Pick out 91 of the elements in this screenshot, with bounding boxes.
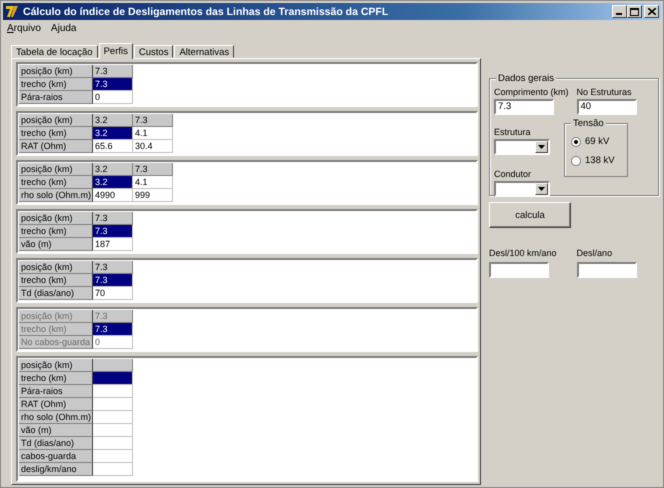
row-header: Td (dias/ano) [19,287,93,300]
dropdown[interactable] [494,139,550,155]
row-header: deslig/km/ano [19,463,93,476]
row-header: posição (km) [19,261,93,274]
radio-label[interactable]: 138 kV [585,155,615,166]
field-label: No Estruturas [576,87,632,99]
radio-button[interactable] [571,156,581,166]
table-cell[interactable]: 30.4 [133,140,173,153]
row-header: RAT (Ohm) [19,398,93,411]
row-header: rho solo (Ohm.m) [19,189,93,202]
menu-item[interactable]: Ajuda [50,23,76,35]
table-cell[interactable] [93,359,133,372]
tab[interactable]: Custos [134,45,174,58]
table-cell[interactable] [93,450,133,463]
table-cell[interactable]: 7.3 [93,225,133,238]
row-header: posição (km) [19,114,93,127]
close-button[interactable] [644,5,659,18]
row-header: Pára-raios [19,385,93,398]
row-header: RAT (Ohm) [19,140,93,153]
table-cell[interactable]: 7.3 [93,261,133,274]
input-field[interactable]: 40 [576,99,637,115]
dropdown-arrow-icon [538,145,545,149]
table-cell[interactable]: 3.2 [93,114,133,127]
row-header: trecho (km) [19,127,93,140]
window-title: Cálculo do índice de Desligamentos das Linhas de Transmissão da CPFL [23,6,390,18]
table-cell[interactable]: 7.3 [93,212,133,225]
table-cell[interactable] [93,385,133,398]
table-cell[interactable] [93,372,133,385]
tab[interactable]: Perfis [98,43,133,59]
field-label: Estrutura [494,127,531,139]
row-header: trecho (km) [19,274,93,287]
row-header: trecho (km) [19,225,93,238]
field-label: Comprimento (km) [494,87,569,99]
menu-item[interactable]: Arquivo [7,23,41,35]
table-cell[interactable]: 187 [93,238,133,251]
radio-label[interactable]: 69 kV [585,136,610,147]
calculate-button[interactable]: calcula [489,202,571,228]
dropdown-arrow-icon [538,187,545,191]
field-label: Desl/ano [576,248,612,260]
row-header: posição (km) [19,310,93,323]
table-cell[interactable]: 3.2 [93,127,133,140]
row-header: Td (dias/ano) [19,437,93,450]
table-cell[interactable]: 999 [133,189,173,202]
row-header: cabos-guarda [19,450,93,463]
input-field[interactable]: 7.3 [494,99,554,115]
maximize-button[interactable] [627,5,642,18]
row-header: Pára-raios [19,91,93,104]
table-cell[interactable]: 7.3 [133,114,173,127]
row-header: No cabos-guarda [19,336,93,349]
close-icon [648,8,656,15]
input-field[interactable] [576,262,637,278]
tab[interactable]: Alternativas [174,45,234,58]
table-cell[interactable]: 0 [93,91,133,104]
table-cell[interactable]: 4.1 [133,127,173,140]
field-label: Desl/100 km/ano [489,248,557,260]
row-header: trecho (km) [19,78,93,91]
dropdown[interactable] [494,181,550,197]
row-header: trecho (km) [19,176,93,189]
row-header: vão (m) [19,424,93,437]
row-header: trecho (km) [19,372,93,385]
radio-button[interactable] [571,136,581,146]
input-field[interactable] [489,262,549,278]
table-cell[interactable]: 70 [93,287,133,300]
table-cell[interactable]: 7.3 [93,274,133,287]
table-cell[interactable] [93,411,133,424]
app-icon [5,5,19,18]
maximize-icon [630,8,639,16]
table-cell[interactable]: 4990 [93,189,133,202]
row-header: posição (km) [19,212,93,225]
table-cell[interactable]: 7.3 [93,65,133,78]
minimize-button[interactable] [612,5,627,18]
tab[interactable]: Tabela de locação [11,45,98,58]
table-cell[interactable]: 3.2 [93,176,133,189]
table-cell[interactable]: 3.2 [93,163,133,176]
table-cell[interactable] [93,437,133,450]
table-cell[interactable]: 4.1 [133,176,173,189]
row-header: vão (m) [19,238,93,251]
group-title: Dados gerais [496,73,556,84]
field-label: Condutor [494,169,532,181]
table-cell[interactable]: 7.3 [93,78,133,91]
table-cell[interactable] [93,398,133,411]
table-cell[interactable]: 7.3 [133,163,173,176]
row-header: posição (km) [19,163,93,176]
group-title: Tensão [571,118,606,129]
row-header: posição (km) [19,359,93,372]
row-header: posição (km) [19,65,93,78]
row-header: trecho (km) [19,323,93,336]
table-cell[interactable] [93,463,133,476]
table-cell[interactable] [93,424,133,437]
table-cell[interactable]: 65.6 [93,140,133,153]
row-header: rho solo (Ohm.m) [19,411,93,424]
